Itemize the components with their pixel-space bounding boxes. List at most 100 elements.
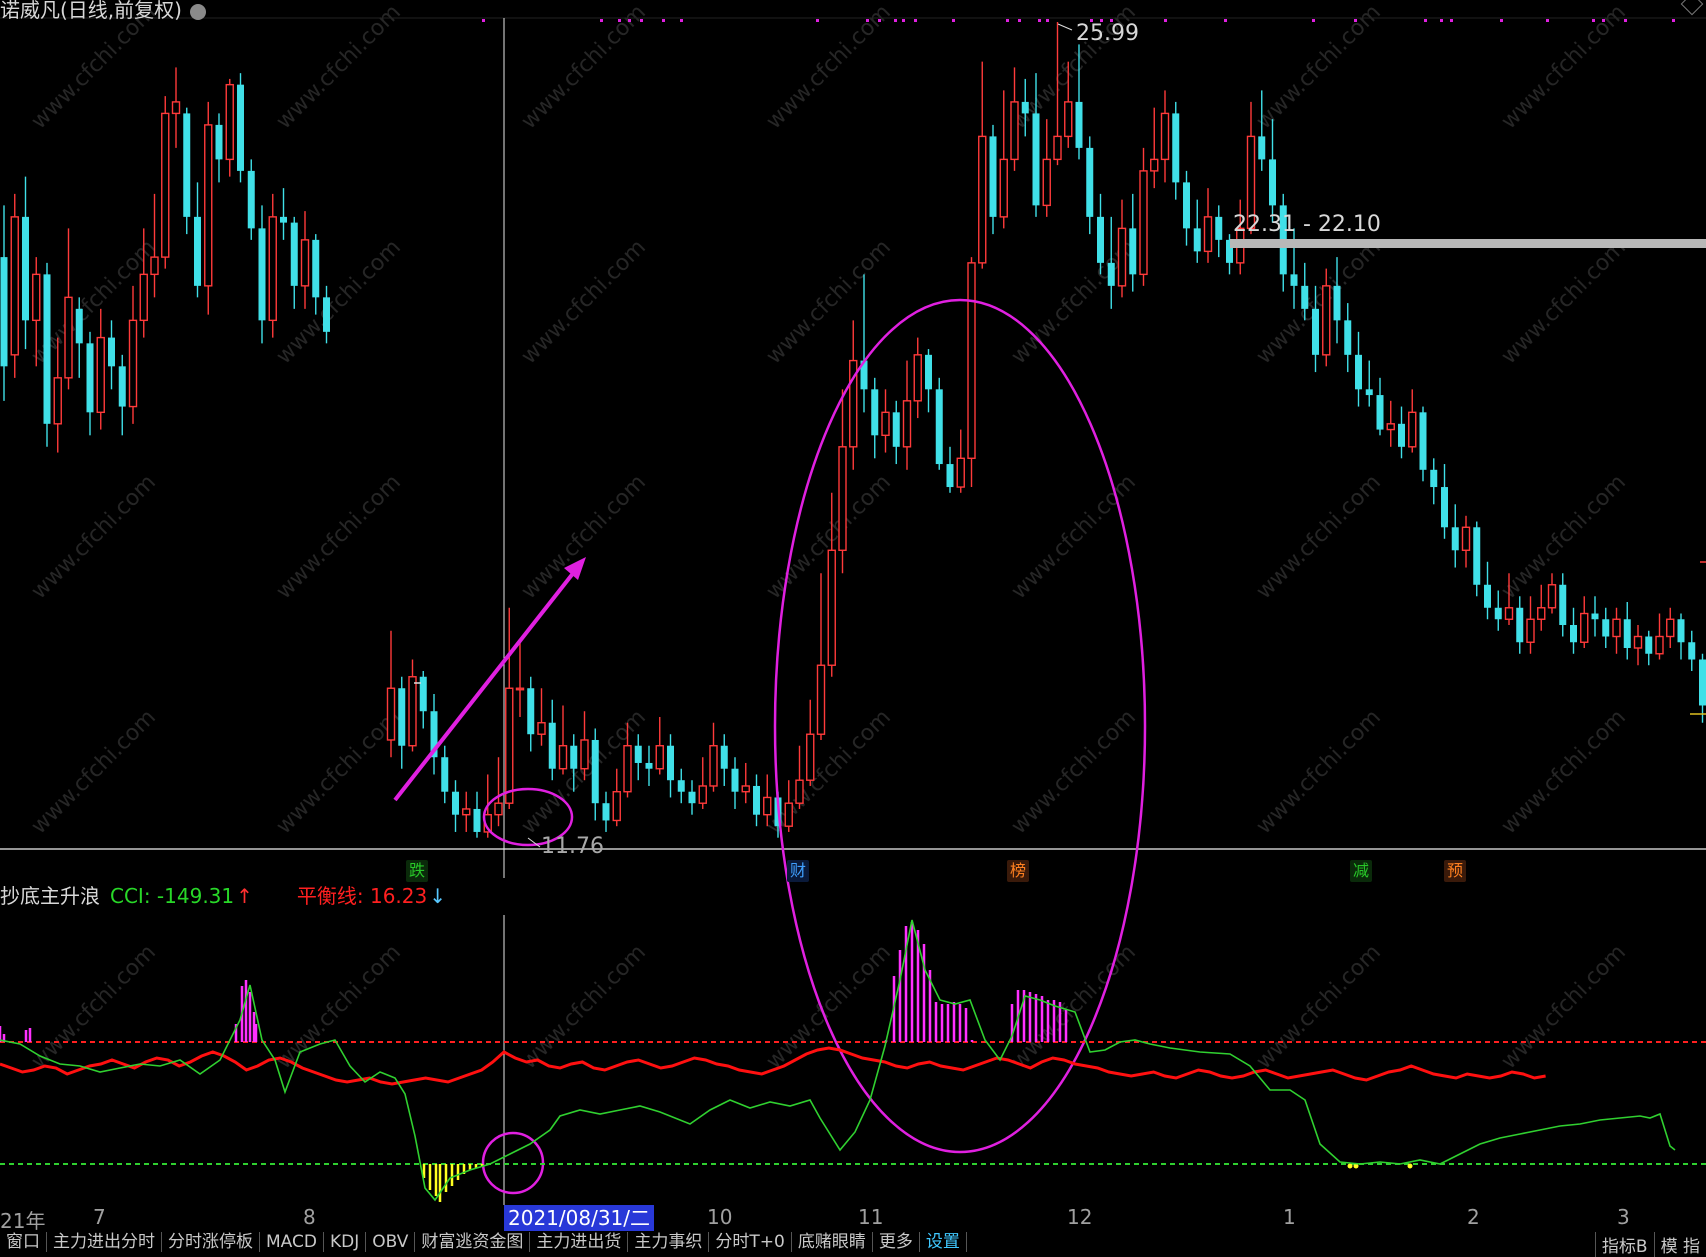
signal-dot xyxy=(1354,19,1357,22)
indicator-name[interactable]: 抄底主升浪 xyxy=(0,884,100,908)
candle-body-down xyxy=(1301,286,1308,309)
right-tab[interactable]: 模 指 xyxy=(1654,1232,1706,1257)
settings-icon[interactable] xyxy=(190,4,206,20)
candle-body-up xyxy=(1043,159,1050,205)
watermark-text: www.cfchi.com xyxy=(517,235,651,369)
candle-body-down xyxy=(549,723,556,769)
indicator-tab[interactable]: 设置 xyxy=(920,1232,967,1252)
indicator-tab[interactable]: 主力进出分时 xyxy=(47,1232,162,1252)
indicator-tab[interactable]: KDJ xyxy=(324,1232,366,1252)
candle-body-down xyxy=(689,792,696,803)
candle-body-down xyxy=(1355,355,1362,389)
signal-dot xyxy=(1624,19,1627,22)
indicator-tab[interactable]: 财富逃资金图 xyxy=(415,1232,530,1252)
indicator-tab[interactable]: OBV xyxy=(366,1232,415,1252)
balance-down-arrow-icon: ↓ xyxy=(429,884,446,908)
candle-body-up xyxy=(517,688,524,690)
candle-body-up xyxy=(409,677,416,746)
watermark-text: www.cfchi.com xyxy=(1007,705,1141,839)
watermark-text: www.cfchi.com xyxy=(1497,470,1631,604)
indicator-tab[interactable]: 分时T+0 xyxy=(709,1232,791,1252)
indicator-bar-negative xyxy=(1348,1164,1353,1169)
low-price-label: 11.76 xyxy=(541,834,604,859)
kline-chart[interactable]: www.cfchi.com www.cfchi.com www.cfchi.com w… xyxy=(0,0,1706,1244)
candle-body-down xyxy=(323,297,330,331)
candle-body-down xyxy=(1108,263,1115,286)
candle-body-up xyxy=(1506,608,1513,619)
candle-body-up xyxy=(957,458,964,487)
range-highlight-bar xyxy=(1230,239,1706,248)
candle-body-up xyxy=(1463,527,1470,550)
candle-body-down xyxy=(1559,585,1566,625)
marker-reduce[interactable]: 减 xyxy=(1350,860,1372,882)
indicator-legend: 抄底主升浪CCI: -149.31↑平衡线: 16.23↓ xyxy=(0,880,446,909)
indicator-tab[interactable]: 分时涨停板 xyxy=(162,1232,260,1252)
candle-body-up xyxy=(1000,159,1007,216)
candle-body-down xyxy=(1570,625,1577,642)
indicator-tab[interactable]: 主力事织 xyxy=(628,1232,709,1252)
candle-body-down xyxy=(119,366,126,406)
watermark-text: www.cfchi.com xyxy=(1497,0,1631,134)
candle-body-down xyxy=(1097,217,1104,263)
marker-list[interactable]: 榜 xyxy=(1007,860,1029,882)
candle-body-up xyxy=(979,136,986,262)
candle-body-up xyxy=(968,263,975,458)
marker-fall[interactable]: 跌 xyxy=(406,860,428,882)
high-label-leader xyxy=(1058,24,1072,30)
candle-body-down xyxy=(721,746,728,769)
indicator-tab[interactable]: 更多 xyxy=(873,1232,920,1252)
candle-body-up xyxy=(764,797,771,814)
cci-up-arrow-icon: ↑ xyxy=(236,884,253,908)
signal-dot xyxy=(1018,19,1021,22)
candle-body-down xyxy=(667,746,674,780)
candle-body-down xyxy=(280,217,287,223)
candle-body-down xyxy=(732,769,739,792)
watermark-text: www.cfchi.com xyxy=(27,470,161,604)
watermark-text: www.cfchi.com xyxy=(27,705,161,839)
candle-body-down xyxy=(753,786,760,815)
candle-body-up xyxy=(904,401,911,447)
candle-body-down xyxy=(1033,113,1040,205)
indicator-tab[interactable]: 主力进出货 xyxy=(530,1232,628,1252)
watermark-text: www.cfchi.com xyxy=(517,470,651,604)
axis-label-feb: 2 xyxy=(1467,1205,1480,1229)
signal-dot xyxy=(1006,19,1009,22)
candle-body-up xyxy=(140,274,147,320)
candlesticks xyxy=(1,22,1706,838)
axis-label-jul: 7 xyxy=(93,1205,106,1229)
candle-body-up xyxy=(560,746,567,769)
indicator-tab[interactable]: MACD xyxy=(260,1232,324,1252)
cursor-date-label: 2021/08/31/二 xyxy=(504,1205,654,1231)
watermark-text: www.cfchi.com xyxy=(762,705,896,839)
watermark-text: www.cfchi.com xyxy=(1497,235,1631,369)
signal-dot xyxy=(1592,19,1595,22)
candle-body-up xyxy=(205,125,212,286)
candle-body-down xyxy=(592,740,599,803)
signal-dot xyxy=(1546,19,1549,22)
candle-body-up xyxy=(463,809,470,815)
indicator-tab[interactable]: 窗口 xyxy=(0,1232,47,1252)
candle-body-up xyxy=(1387,424,1394,430)
indicator-bars xyxy=(0,922,1413,1202)
candle-body-down xyxy=(678,780,685,791)
signal-dot xyxy=(640,19,643,22)
signal-dot xyxy=(878,19,881,22)
marker-forecast[interactable]: 预 xyxy=(1444,860,1466,882)
candle-body-down xyxy=(1,257,8,366)
candle-body-up xyxy=(699,786,706,803)
indicator-tab-bar: 窗口主力进出分时分时涨停板MACDKDJOBV财富逃资金图主力进出货主力事织分时… xyxy=(0,1232,1706,1252)
candle-body-up xyxy=(710,746,717,786)
watermark-text: www.cfchi.com xyxy=(1497,940,1631,1074)
candle-body-up xyxy=(1011,102,1018,159)
marker-finance[interactable]: 财 xyxy=(787,860,809,882)
candle-body-up xyxy=(1549,585,1556,608)
watermark-text: www.cfchi.com xyxy=(272,0,406,134)
candle-body-down xyxy=(1022,102,1029,113)
candle-body-up xyxy=(1151,159,1158,170)
candle-body-down xyxy=(1269,159,1276,205)
candle-body-up xyxy=(33,274,40,320)
signal-dot xyxy=(894,19,897,22)
indicator-tab[interactable]: 底赌眼睛 xyxy=(792,1232,873,1252)
candle-body-up xyxy=(1162,113,1169,159)
right-tab[interactable]: 指标B xyxy=(1595,1232,1654,1257)
